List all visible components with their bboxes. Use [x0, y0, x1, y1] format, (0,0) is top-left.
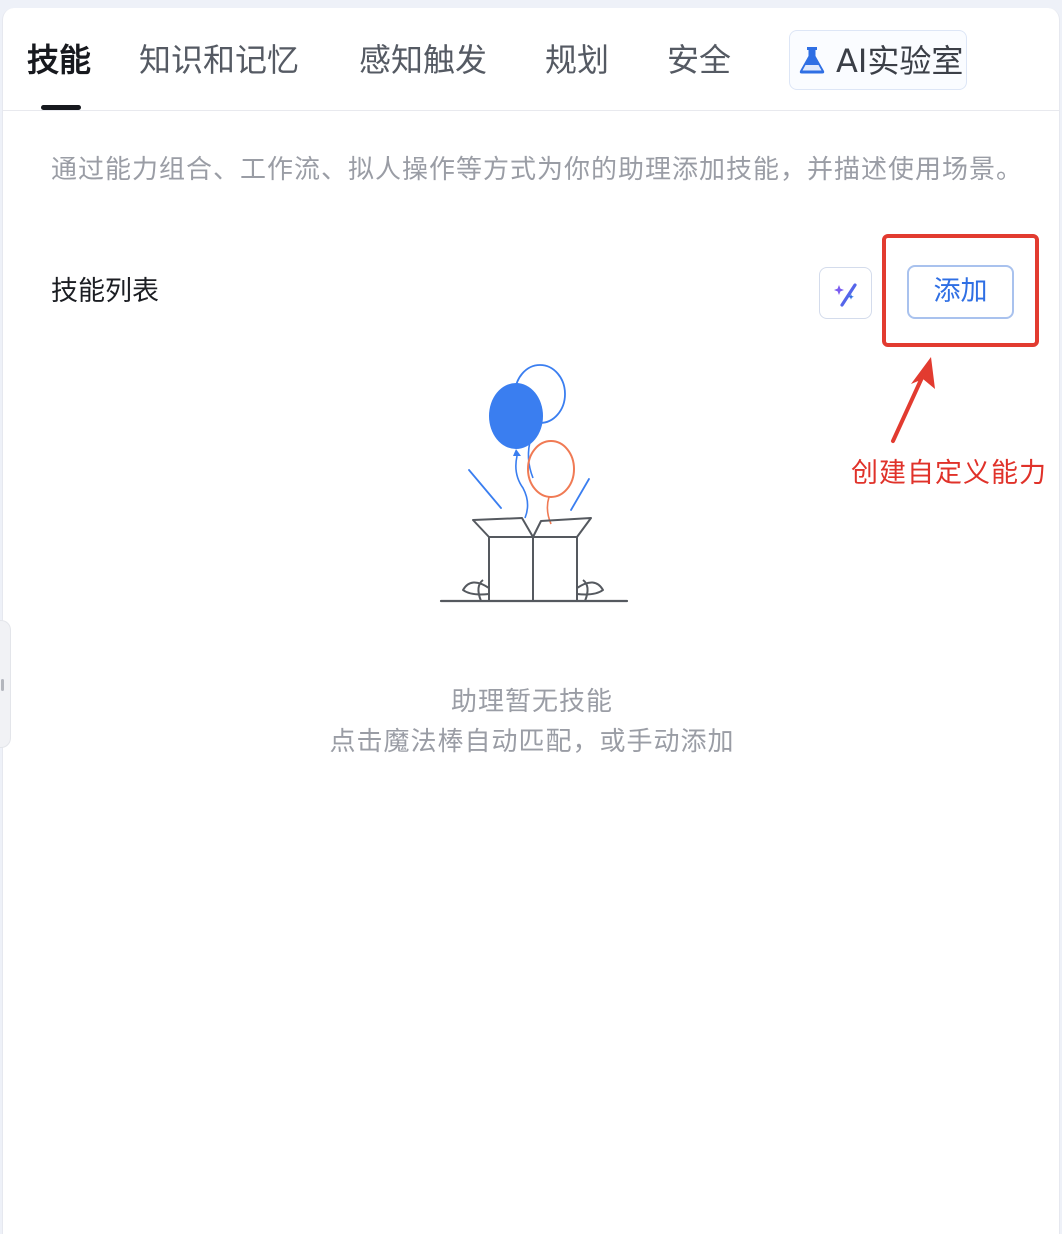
balloons-gift-box-illustration	[439, 364, 629, 603]
grip-icon	[1, 679, 4, 691]
skills-description: 通过能力组合、工作流、拟人操作等方式为你的助理添加技能，并描述使用场景。	[51, 155, 1024, 185]
tab-bar: 技能 知识和记忆 感知触发 规划 安全 AI实验室	[3, 8, 1059, 111]
tab-planning[interactable]: 规划	[545, 40, 609, 80]
flask-icon	[799, 47, 825, 74]
tab-ai-lab[interactable]: AI实验室	[789, 30, 967, 90]
magic-wand-button[interactable]	[819, 267, 872, 319]
tab-security[interactable]: 安全	[667, 40, 731, 80]
annotation-text: 创建自定义能力	[851, 458, 1047, 489]
skill-list-title: 技能列表	[51, 276, 159, 307]
tab-knowledge-memory[interactable]: 知识和记忆	[139, 40, 299, 80]
empty-state-subtitle: 点击魔法棒自动匹配，或手动添加	[329, 727, 735, 757]
highlight-box	[882, 234, 1039, 347]
tab-ai-lab-label: AI实验室	[836, 42, 964, 80]
skills-panel: 技能 知识和记忆 感知触发 规划 安全 AI实验室 通过能力组合、工作流、拟人操…	[2, 8, 1060, 1234]
empty-state-title: 助理暂无技能	[450, 687, 613, 717]
active-tab-indicator	[41, 105, 81, 110]
tab-perception-trigger[interactable]: 感知触发	[359, 40, 487, 80]
tab-skills[interactable]: 技能	[27, 40, 91, 80]
sidebar-collapse-handle[interactable]	[0, 620, 11, 748]
magic-wand-icon	[834, 283, 857, 307]
annotation-arrow	[891, 357, 935, 443]
